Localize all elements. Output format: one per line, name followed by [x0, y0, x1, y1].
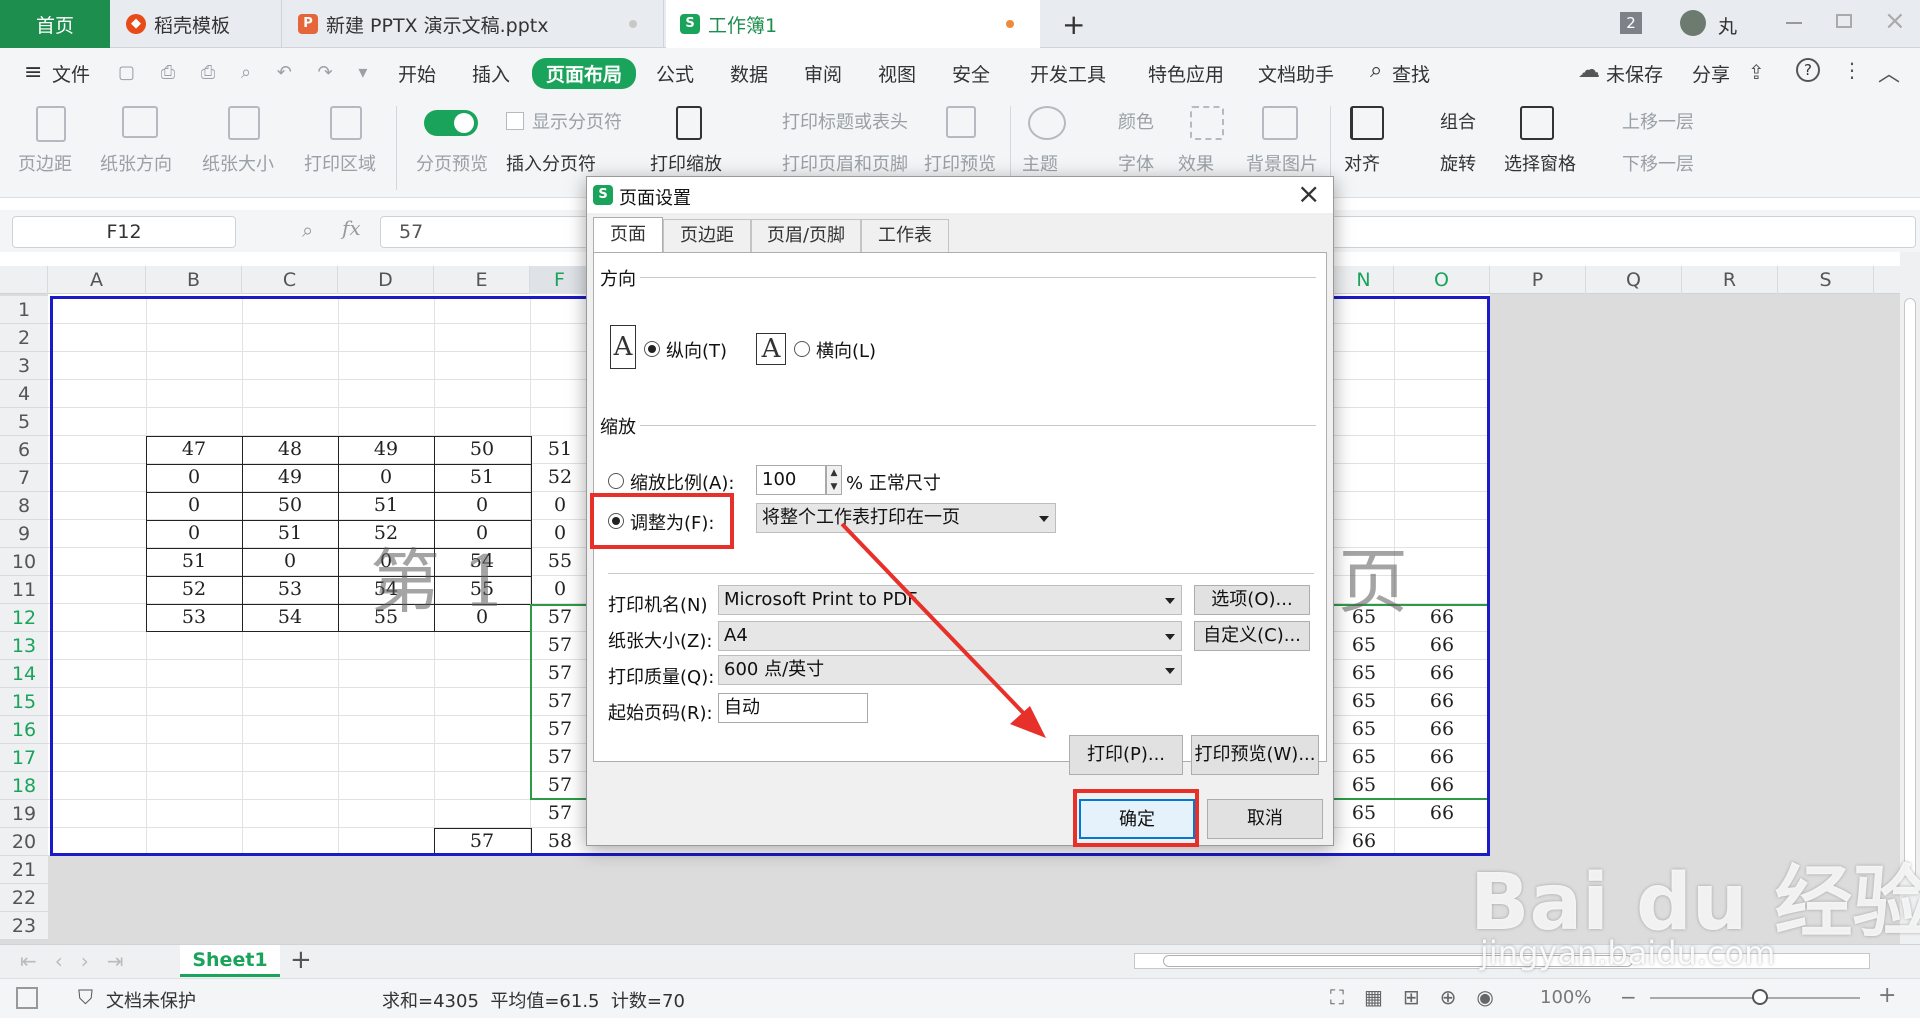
- add-sheet-icon[interactable]: +: [290, 945, 312, 975]
- status-sheet-icon[interactable]: [16, 987, 38, 1009]
- view-mode-icons[interactable]: ⛶▦⊞⊕◉: [1330, 985, 1514, 1009]
- selection-stats: 求和=4305 平均值=61.5 计数=70: [382, 991, 685, 1012]
- shield-icon: ⛉: [78, 985, 93, 1009]
- status-bar: ⛉ 文档未保护 求和=4305 平均值=61.5 计数=70 ⛶▦⊞⊕◉ 100…: [0, 978, 1920, 1018]
- zoom-slider[interactable]: [1650, 989, 1860, 1005]
- zoom-out-icon[interactable]: −: [1620, 985, 1637, 1009]
- zoom-level[interactable]: 100%: [1540, 987, 1591, 1008]
- sheet-nav-icons[interactable]: ⇤‹›⇥: [20, 949, 142, 973]
- baidu-url: jingyan.baidu.com: [1480, 934, 1776, 972]
- document-protection-status[interactable]: 文档未保护: [106, 987, 196, 1013]
- sheet-tab-sheet1[interactable]: Sheet1: [180, 945, 280, 977]
- zoom-in-icon[interactable]: +: [1878, 983, 1896, 1008]
- zoom-slider-knob[interactable]: [1752, 989, 1768, 1005]
